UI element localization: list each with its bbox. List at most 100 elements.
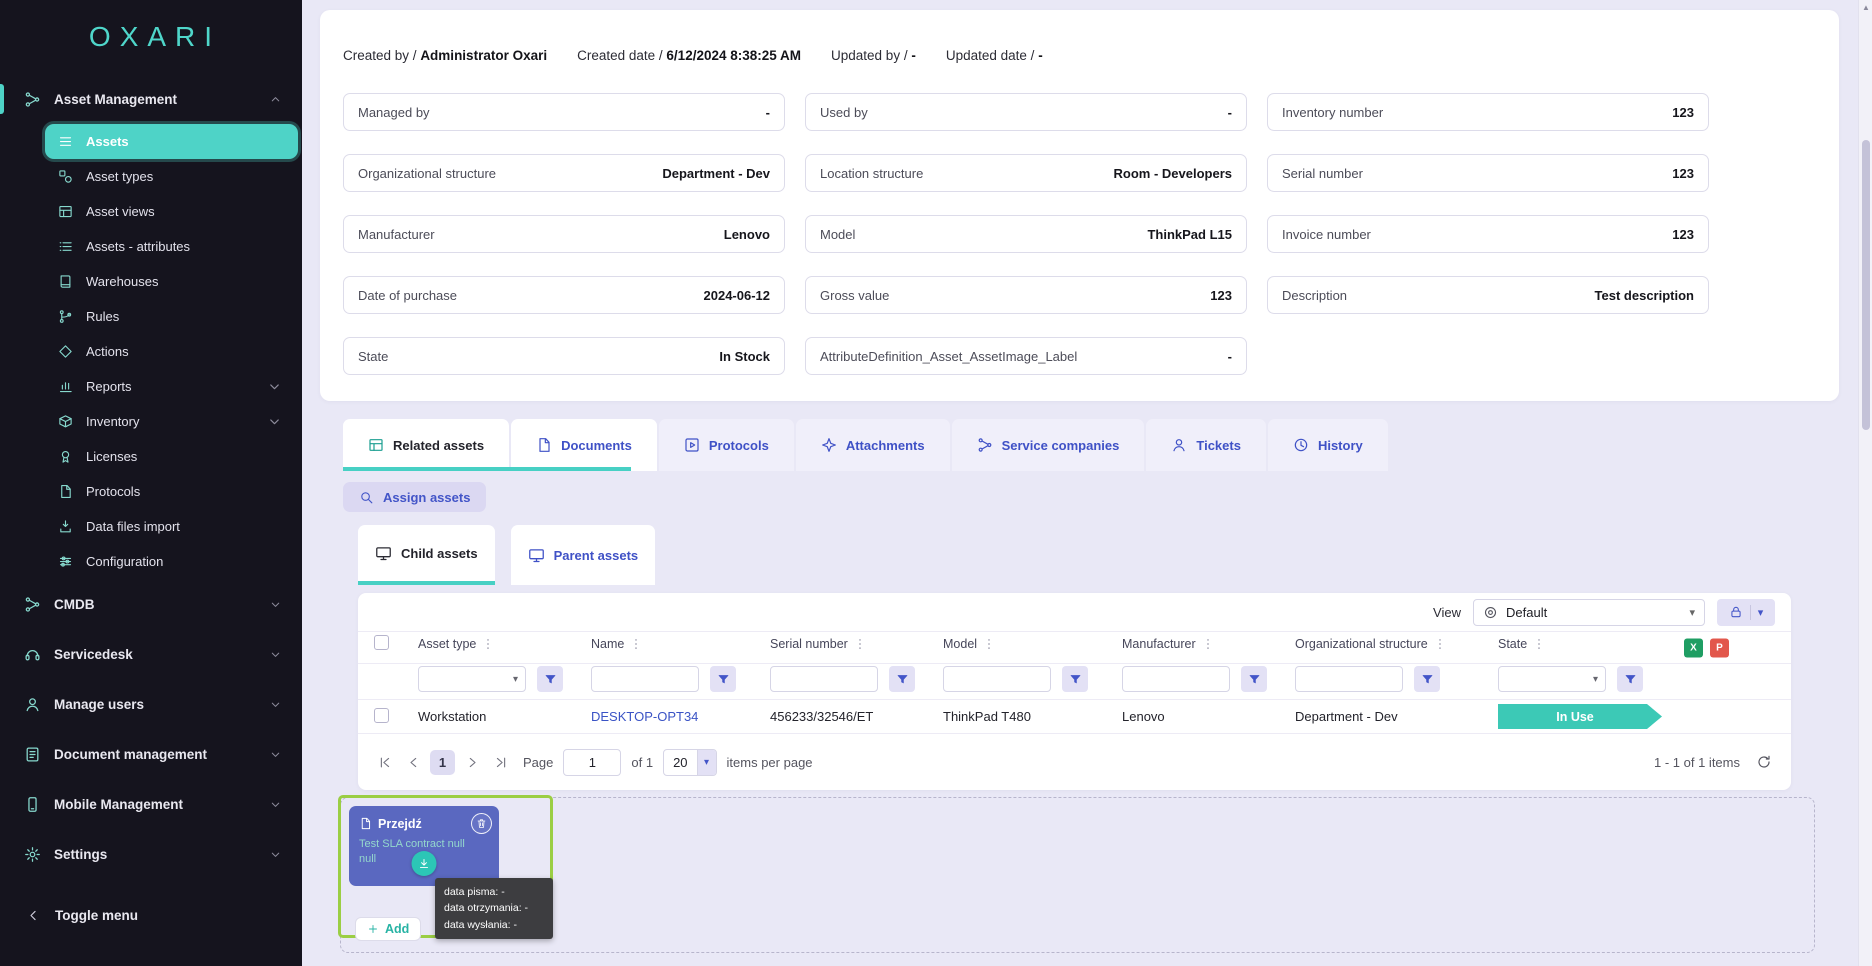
filter-organizational-structure-button[interactable] (1414, 666, 1440, 692)
tab-attachments[interactable]: Attachments (796, 419, 950, 471)
filter-manufacturer-input[interactable] (1122, 666, 1230, 692)
download-document-button[interactable] (412, 851, 437, 876)
page-size-select[interactable]: 20▾ (663, 749, 716, 776)
filter-state-button[interactable] (1617, 666, 1643, 692)
filter-asset-type-button[interactable] (537, 666, 563, 692)
delete-document-button[interactable] (471, 813, 492, 834)
add-document-button[interactable]: Add (355, 917, 421, 941)
filter-serial-number-button[interactable] (889, 666, 915, 692)
subtab-parent-assets[interactable]: Parent assets (511, 525, 656, 585)
users-icon (24, 696, 41, 713)
tab-history[interactable]: History (1268, 419, 1388, 471)
page-1-button[interactable]: 1 (430, 750, 455, 775)
column-header-model[interactable]: Model (943, 637, 1122, 651)
sidebar-item-asset-views[interactable]: Asset views (0, 194, 302, 229)
scrollbar-thumb[interactable] (1862, 140, 1870, 430)
pdf-export-icon[interactable]: P (1710, 638, 1729, 657)
column-header-manufacturer[interactable]: Manufacturer (1122, 637, 1295, 651)
field-state[interactable]: StateIn Stock (343, 337, 785, 375)
sliders-icon (58, 554, 73, 569)
select-all-checkbox[interactable] (374, 635, 389, 650)
cell-name[interactable]: DESKTOP-OPT34 (591, 709, 770, 724)
sidebar-item-manage-users[interactable]: Manage users (0, 679, 302, 729)
document-go-label[interactable]: Przejdź (378, 817, 422, 831)
sidebar-item-settings[interactable]: Settings (0, 829, 302, 879)
lock-view-button[interactable]: ▾ (1717, 599, 1775, 626)
sidebar-item-label: Protocols (86, 484, 140, 499)
excel-export-icon[interactable]: X (1684, 638, 1703, 657)
filter-name-input[interactable] (591, 666, 699, 692)
row-checkbox[interactable] (374, 708, 389, 723)
filter-asset-type-input[interactable]: ▾ (418, 666, 526, 692)
field-label: Location structure (820, 166, 923, 181)
table-toolbar: View Default ▾ ▾ (358, 593, 1791, 631)
page-number-input[interactable]: 1 (563, 749, 621, 776)
field-model[interactable]: ModelThinkPad L15 (805, 215, 1247, 253)
field-value: 2024-06-12 (704, 288, 771, 303)
view-select[interactable]: Default ▾ (1473, 599, 1705, 626)
prev-page-button[interactable] (401, 750, 425, 774)
sidebar-item-configuration[interactable]: Configuration (0, 544, 302, 579)
field-description[interactable]: DescriptionTest description (1267, 276, 1709, 314)
sidebar-item-inventory[interactable]: Inventory (0, 404, 302, 439)
filter-serial-number-input[interactable] (770, 666, 878, 692)
tab-related-assets[interactable]: Related assets (343, 419, 509, 471)
filter-model-input[interactable] (943, 666, 1051, 692)
field-used-by[interactable]: Used by- (805, 93, 1247, 131)
column-header-serial-number[interactable]: Serial number (770, 637, 943, 651)
field-organizational-structure[interactable]: Organizational structureDepartment - Dev (343, 154, 785, 192)
dots-v-icon (1532, 637, 1546, 651)
field-invoice-number[interactable]: Invoice number123 (1267, 215, 1709, 253)
sidebar-item-assets-attributes[interactable]: Assets - attributes (0, 229, 302, 264)
tab-protocols[interactable]: Protocols (659, 419, 794, 471)
table-row[interactable]: WorkstationDESKTOP-OPT34456233/32546/ETT… (358, 700, 1791, 734)
sidebar-item-reports[interactable]: Reports (0, 369, 302, 404)
filter-model-button[interactable] (1062, 666, 1088, 692)
field-date-of-purchase[interactable]: Date of purchase2024-06-12 (343, 276, 785, 314)
field-gross-value[interactable]: Gross value123 (805, 276, 1247, 314)
field-manufacturer[interactable]: ManufacturerLenovo (343, 215, 785, 253)
filter-organizational-structure-input[interactable] (1295, 666, 1403, 692)
first-page-button[interactable] (372, 750, 396, 774)
document-card[interactable]: Przejdź Test SLA contract null null (349, 806, 499, 886)
filter-state-input[interactable]: ▾ (1498, 666, 1606, 692)
filter-manufacturer-button[interactable] (1241, 666, 1267, 692)
cell-model: ThinkPad T480 (943, 709, 1122, 724)
last-page-button[interactable] (489, 750, 513, 774)
chevron-down-icon: ▾ (513, 674, 518, 685)
field-inventory-number[interactable]: Inventory number123 (1267, 93, 1709, 131)
assign-assets-button[interactable]: Assign assets (343, 482, 486, 512)
tab-documents[interactable]: Documents (511, 419, 657, 471)
sidebar-item-data-files-import[interactable]: Data files import (0, 509, 302, 544)
field-managed-by[interactable]: Managed by- (343, 93, 785, 131)
scrollbar[interactable]: ▲ (1858, 0, 1872, 966)
refresh-button[interactable] (1751, 749, 1777, 775)
tab-service-companies[interactable]: Service companies (952, 419, 1145, 471)
meta-row: Created by / Administrator Oxari Created… (343, 46, 1709, 64)
subtab-child-assets[interactable]: Child assets (358, 525, 495, 585)
sidebar-item-assets[interactable]: Assets (45, 124, 298, 159)
toggle-menu-button[interactable]: Toggle menu (0, 890, 302, 940)
sidebar-item-servicedesk[interactable]: Servicedesk (0, 629, 302, 679)
column-header-asset-type[interactable]: Asset type (418, 637, 591, 651)
tab-tickets[interactable]: Tickets (1146, 419, 1266, 471)
sidebar-item-cmdb[interactable]: CMDB (0, 579, 302, 629)
sidebar-item-protocols[interactable]: Protocols (0, 474, 302, 509)
column-header-name[interactable]: Name (591, 637, 770, 651)
field-attributedefinition-asset-assetimage-label[interactable]: AttributeDefinition_Asset_AssetImage_Lab… (805, 337, 1247, 375)
column-header-organizational-structure[interactable]: Organizational structure (1295, 637, 1498, 651)
sidebar-item-rules[interactable]: Rules (0, 299, 302, 334)
field-serial-number[interactable]: Serial number123 (1267, 154, 1709, 192)
sidebar-item-asset-management[interactable]: Asset Management (0, 74, 302, 124)
next-page-button[interactable] (460, 750, 484, 774)
sidebar-item-actions[interactable]: Actions (0, 334, 302, 369)
sidebar-item-licenses[interactable]: Licenses (0, 439, 302, 474)
scrollbar-up-arrow[interactable]: ▲ (1859, 3, 1872, 12)
sidebar-item-document-management[interactable]: Document management (0, 729, 302, 779)
filter-name-button[interactable] (710, 666, 736, 692)
sidebar-item-warehouses[interactable]: Warehouses (0, 264, 302, 299)
sidebar-item-asset-types[interactable]: Asset types (0, 159, 302, 194)
field-location-structure[interactable]: Location structureRoom - Developers (805, 154, 1247, 192)
sidebar-item-mobile-management[interactable]: Mobile Management (0, 779, 302, 829)
column-header-state[interactable]: State (1498, 637, 1775, 651)
